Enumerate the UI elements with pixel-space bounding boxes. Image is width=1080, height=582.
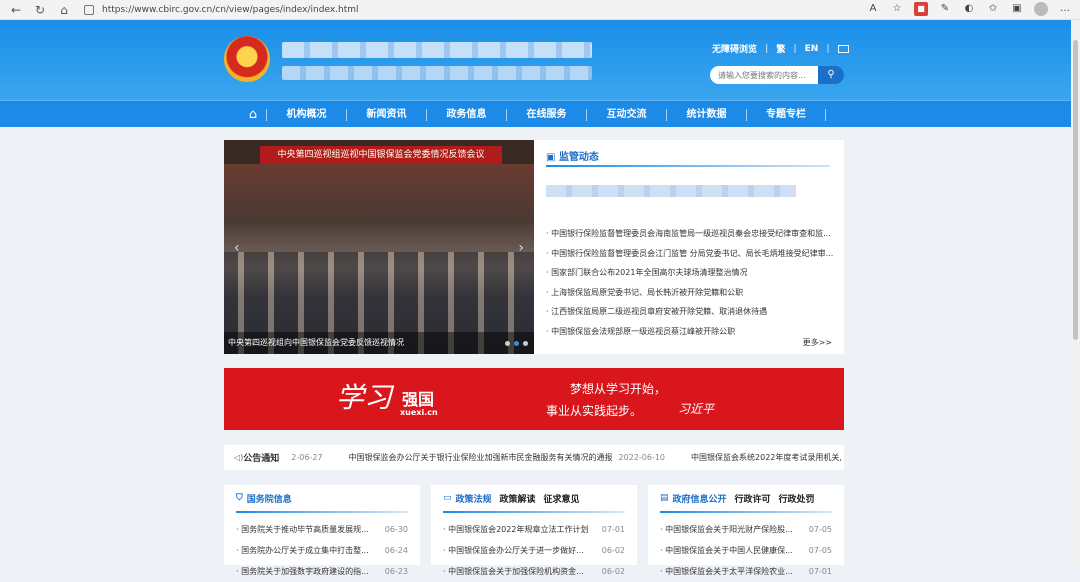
headline-blurred[interactable] bbox=[546, 185, 796, 197]
list-item[interactable]: · 中国银保监会关于加强保险机构资金... 06-02 bbox=[443, 561, 625, 582]
nav-item-news[interactable]: 新闻资讯 bbox=[346, 108, 426, 121]
document-icon: ▤ bbox=[660, 493, 669, 503]
more-icon[interactable]: … bbox=[1058, 2, 1072, 16]
nav-item-government[interactable]: 政务信息 bbox=[426, 108, 506, 121]
xuexi-slogan-line1: 梦想从学习开始， bbox=[570, 382, 667, 396]
news-panel-title[interactable]: ▣ 监管动态 bbox=[546, 148, 599, 163]
list-item[interactable]: · 中国银保监会法规部原一级巡视员蔡江峰被开除公职 bbox=[546, 322, 836, 342]
home-icon[interactable]: ⌂ bbox=[56, 2, 72, 18]
xuexi-slogan-line2: 事业从实践起步。 bbox=[546, 404, 643, 418]
panel-title[interactable]: 国务院信息 bbox=[247, 492, 292, 505]
site-subtitle-blurred bbox=[282, 66, 592, 80]
carousel-dot[interactable] bbox=[523, 341, 528, 346]
news-list: · 中国银行保险监督管理委员会海南监管局一级巡视员秦会忠接受纪律审查和监... … bbox=[546, 224, 836, 341]
list-item[interactable]: · 中国银保监会关于阳光财产保险股... 07-05 bbox=[660, 519, 832, 540]
carousel-prev-icon[interactable]: ‹ bbox=[234, 240, 240, 256]
national-emblem-icon bbox=[224, 36, 270, 82]
tab-consultation[interactable]: 征求意见 bbox=[544, 492, 580, 505]
list-item[interactable]: · 国务院办公厅关于成立集中打击整... 06-24 bbox=[236, 540, 408, 561]
xuexi-url: xuexi.cn bbox=[400, 408, 438, 417]
carousel-next-icon[interactable]: › bbox=[518, 240, 524, 256]
sidebar-icon[interactable]: ▣ bbox=[1010, 2, 1024, 16]
refresh-icon[interactable]: ↻ bbox=[32, 2, 48, 18]
profile-icon[interactable] bbox=[1034, 2, 1048, 16]
extensions-icon[interactable]: ◐ bbox=[962, 2, 976, 16]
lock-icon[interactable] bbox=[84, 5, 94, 15]
policy-panel: ▭ 政策法规 政策解读 征求意见 · 中国银保监会2022年规章立法工作计划 07-01… bbox=[431, 485, 637, 576]
more-link[interactable]: 更多>> bbox=[803, 337, 832, 348]
tab-penalties[interactable]: 行政处罚 bbox=[779, 492, 815, 505]
search-icon[interactable]: ⚲ bbox=[818, 66, 844, 84]
nav-item-topics[interactable]: 专题专栏 bbox=[746, 108, 826, 121]
notice-item[interactable]: 中国银保监会系统2022年度考试录用机关, bbox=[691, 452, 842, 463]
notice-label[interactable]: 公告通知 bbox=[243, 451, 279, 464]
xuexi-banner[interactable]: 学习 强国 xuexi.cn 梦想从学习开始， 事业从实践起步。 习近平 bbox=[224, 368, 844, 430]
notice-date: 2-06-27 bbox=[291, 453, 323, 462]
notice-date: 2022-06-10 bbox=[618, 453, 666, 462]
list-item[interactable]: · 国务院关于加强数字政府建设的指... 06-23 bbox=[236, 561, 408, 582]
gov-info-panel: ▤ 政府信息公开 行政许可 行政处罚 · 中国银保监会关于阳光财产保险股... 07-0… bbox=[648, 485, 844, 576]
state-council-info-panel: ⛉ 国务院信息 · 国务院关于推动毕节高质量发展规... 06-30 · 国务院办公… bbox=[224, 485, 420, 576]
tab-interpretation[interactable]: 政策解读 bbox=[500, 492, 536, 505]
list-item[interactable]: · 中国银行保险监督管理委员会海南监管局一级巡视员秦会忠接受纪律审查和监... bbox=[546, 224, 836, 244]
traditional-chinese-link[interactable]: 繁 bbox=[776, 42, 785, 55]
nav-item-statistics[interactable]: 统计数据 bbox=[666, 108, 746, 121]
read-aloud-icon[interactable]: A bbox=[866, 2, 880, 16]
slide-caption[interactable]: 中央第四巡视组向中国银保监会党委反馈巡视情况 bbox=[224, 332, 534, 354]
accessibility-link[interactable]: 无障碍浏览 bbox=[712, 42, 757, 55]
regulatory-news-panel: ▣ 监管动态 · 中国银行保险监督管理委员会海南监管局一级巡视员秦会忠接受纪律审… bbox=[534, 140, 844, 354]
nav-item-interaction[interactable]: 互动交流 bbox=[586, 108, 666, 121]
list-item[interactable]: · 中国银保监会关于太平洋保险农业... 07-01 bbox=[660, 561, 832, 582]
url-text: https://www.cbirc.gov.cn/cn/view/pages/i… bbox=[102, 5, 359, 15]
mail-icon[interactable] bbox=[837, 44, 849, 53]
nav-item-online-services[interactable]: 在线服务 bbox=[506, 108, 586, 121]
carousel-dots bbox=[505, 341, 528, 346]
xuexi-signature: 习近平 bbox=[678, 402, 715, 416]
carousel-dot-active[interactable] bbox=[514, 341, 519, 346]
nav-home-icon[interactable]: ⌂ bbox=[240, 107, 266, 122]
list-item[interactable]: · 中国银行保险监督管理委员会江门监管 分局党委书记、局长毛炳堆接受纪律审... bbox=[546, 244, 836, 264]
nav-item-about[interactable]: 机构概况 bbox=[266, 108, 346, 121]
divider bbox=[546, 165, 830, 167]
speaker-icon: ◁) bbox=[234, 453, 244, 462]
list-item[interactable]: · 上海银保监局原党委书记、局长韩沂被开除党籍和公职 bbox=[546, 283, 836, 303]
top-links: 无障碍浏览 | 繁 | EN | bbox=[712, 42, 849, 55]
shield-check-icon: ⛉ bbox=[236, 493, 243, 503]
back-icon[interactable]: ← bbox=[8, 2, 24, 18]
slide-banner-text: 中央第四巡视组巡视中国银保监会党委情况反馈会议 bbox=[260, 146, 502, 164]
tab-gov-info[interactable]: 政府信息公开 bbox=[673, 492, 727, 505]
carousel-dot[interactable] bbox=[505, 341, 510, 346]
site-header: 无障碍浏览 | 繁 | EN | ⚲ bbox=[0, 20, 1071, 100]
notice-item[interactable]: 中国银保监会办公厅关于银行业保险业加强新市民金融服务有关情况的通报 bbox=[349, 452, 613, 463]
pdf-icon[interactable]: ■ bbox=[914, 2, 928, 16]
photo-carousel[interactable]: 中央第四巡视组巡视中国银保监会党委情况反馈会议 ‹ › 中央第四巡视组向中国银保… bbox=[224, 140, 534, 354]
english-link[interactable]: EN bbox=[805, 44, 819, 54]
list-item[interactable]: · 国务院关于推动毕节高质量发展规... 06-30 bbox=[236, 519, 408, 540]
notice-bar: ◁) 公告通知 2-06-27 中国银保监会办公厅关于银行业保险业加强新市民金融… bbox=[224, 445, 844, 470]
page-scrollbar[interactable] bbox=[1071, 20, 1080, 565]
tab-licensing[interactable]: 行政许可 bbox=[735, 492, 771, 505]
list-item[interactable]: · 国家部门联合公布2021年全国高尔夫球场清理整治情况 bbox=[546, 263, 836, 283]
xuexi-logo-calligraphy: 学习 bbox=[336, 381, 393, 414]
main-nav: ⌂ 机构概况 新闻资讯 政务信息 在线服务 互动交流 统计数据 专题专栏 bbox=[0, 100, 1071, 127]
site-title-blurred bbox=[282, 42, 592, 58]
favorites-bar-icon[interactable]: ✩ bbox=[986, 2, 1000, 16]
book-icon: ▭ bbox=[443, 493, 452, 503]
browser-toolbar: ← ↻ ⌂ https://www.cbirc.gov.cn/cn/view/p… bbox=[0, 0, 1080, 20]
address-bar[interactable]: https://www.cbirc.gov.cn/cn/view/pages/i… bbox=[84, 2, 644, 18]
collections-icon[interactable]: ✎ bbox=[938, 2, 952, 16]
scrollbar-thumb[interactable] bbox=[1073, 40, 1078, 340]
list-item[interactable]: · 江西银保监局原二级巡视员章府安被开除党籍、取消退休待遇 bbox=[546, 302, 836, 322]
favorite-icon[interactable]: ☆ bbox=[890, 2, 904, 16]
tab-policy[interactable]: 政策法规 bbox=[456, 492, 492, 505]
list-item[interactable]: · 中国银保监会2022年规章立法工作计划 07-01 bbox=[443, 519, 625, 540]
xuexi-logo-text: 强国 bbox=[402, 390, 435, 409]
search-input[interactable] bbox=[710, 66, 818, 84]
list-item[interactable]: · 中国银保监会办公厅关于进一步做好... 06-02 bbox=[443, 540, 625, 561]
list-item[interactable]: · 中国银保监会关于中国人民健康保... 07-05 bbox=[660, 540, 832, 561]
